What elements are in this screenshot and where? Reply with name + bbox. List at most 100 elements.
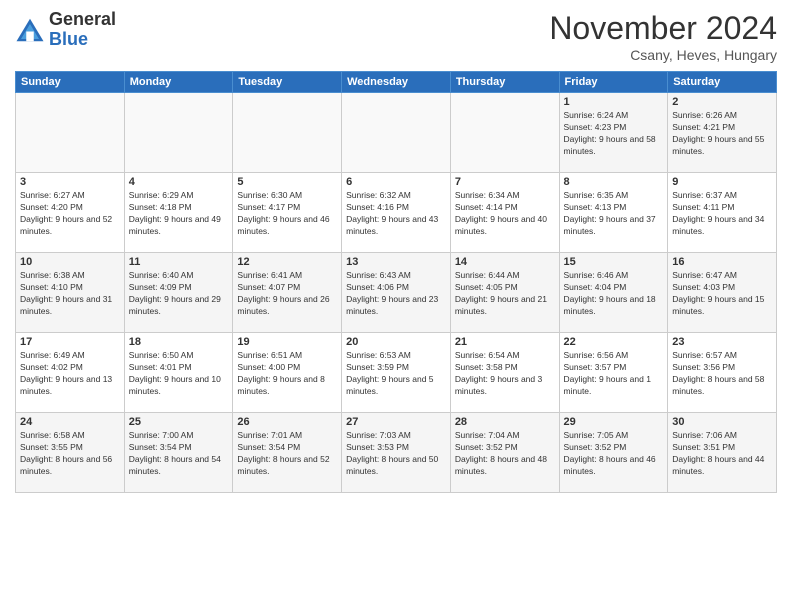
day-info: Sunrise: 7:04 AM Sunset: 3:52 PM Dayligh… bbox=[455, 430, 555, 478]
calendar-cell: 8 Sunrise: 6:35 AM Sunset: 4:13 PM Daylig… bbox=[559, 173, 668, 253]
calendar-cell: 15 Sunrise: 6:46 AM Sunset: 4:04 PM Dayli… bbox=[559, 253, 668, 333]
day-info: Sunrise: 6:56 AM Sunset: 3:57 PM Dayligh… bbox=[564, 350, 664, 398]
calendar-cell bbox=[16, 93, 125, 173]
day-number: 14 bbox=[455, 256, 555, 268]
calendar-cell: 27Sunrise: 7:03 AM Sunset: 3:53 PM Dayli… bbox=[342, 413, 451, 493]
calendar-cell: 21 Sunrise: 6:54 AM Sunset: 3:58 PM Dayli… bbox=[450, 333, 559, 413]
day-number: 6 bbox=[346, 176, 446, 188]
day-number: 29 bbox=[564, 416, 664, 428]
logo: General Blue bbox=[15, 10, 116, 50]
logo-general: General bbox=[49, 9, 116, 29]
day-info: Sunrise: 6:50 AM Sunset: 4:01 PM Dayligh… bbox=[129, 350, 229, 398]
day-info: Sunrise: 6:44 AM Sunset: 4:05 PM Dayligh… bbox=[455, 270, 555, 318]
day-number: 8 bbox=[564, 176, 664, 188]
title-area: November 2024 Csany, Heves, Hungary bbox=[549, 10, 777, 63]
header-wednesday: Wednesday bbox=[342, 72, 451, 93]
header-thursday: Thursday bbox=[450, 72, 559, 93]
header: General Blue November 2024 Csany, Heves,… bbox=[15, 10, 777, 63]
calendar-cell: 23 Sunrise: 6:57 AM Sunset: 3:56 PM Dayli… bbox=[668, 333, 777, 413]
day-info: Sunrise: 6:27 AM Sunset: 4:20 PM Dayligh… bbox=[20, 190, 120, 238]
day-number: 30 bbox=[672, 416, 772, 428]
calendar-cell bbox=[233, 93, 342, 173]
day-number: 13 bbox=[346, 256, 446, 268]
calendar-cell: 6 Sunrise: 6:32 AM Sunset: 4:16 PM Daylig… bbox=[342, 173, 451, 253]
calendar: Sunday Monday Tuesday Wednesday Thursday… bbox=[15, 71, 777, 493]
calendar-cell: 3 Sunrise: 6:27 AM Sunset: 4:20 PM Daylig… bbox=[16, 173, 125, 253]
calendar-cell: 5 Sunrise: 6:30 AM Sunset: 4:17 PM Daylig… bbox=[233, 173, 342, 253]
calendar-header-row: Sunday Monday Tuesday Wednesday Thursday… bbox=[16, 72, 777, 93]
logo-blue: Blue bbox=[49, 29, 88, 49]
calendar-cell: 29 Sunrise: 7:05 AM Sunset: 3:52 PM Dayli… bbox=[559, 413, 668, 493]
day-number: 23 bbox=[672, 336, 772, 348]
calendar-cell: 16Sunrise: 6:47 AM Sunset: 4:03 PM Dayli… bbox=[668, 253, 777, 333]
day-number: 3 bbox=[20, 176, 120, 188]
day-info: Sunrise: 6:47 AM Sunset: 4:03 PM Dayligh… bbox=[672, 270, 772, 318]
day-info: Sunrise: 6:32 AM Sunset: 4:16 PM Dayligh… bbox=[346, 190, 446, 238]
calendar-cell: 11Sunrise: 6:40 AM Sunset: 4:09 PM Dayli… bbox=[124, 253, 233, 333]
day-number: 2 bbox=[672, 96, 772, 108]
calendar-cell: 14 Sunrise: 6:44 AM Sunset: 4:05 PM Dayli… bbox=[450, 253, 559, 333]
day-number: 15 bbox=[564, 256, 664, 268]
subtitle: Csany, Heves, Hungary bbox=[549, 47, 777, 63]
calendar-week-0: 1Sunrise: 6:24 AM Sunset: 4:23 PM Daylig… bbox=[16, 93, 777, 173]
calendar-cell: 22 Sunrise: 6:56 AM Sunset: 3:57 PM Dayli… bbox=[559, 333, 668, 413]
day-number: 12 bbox=[237, 256, 337, 268]
day-info: Sunrise: 6:34 AM Sunset: 4:14 PM Dayligh… bbox=[455, 190, 555, 238]
calendar-cell: 20 Sunrise: 6:53 AM Sunset: 3:59 PM Dayli… bbox=[342, 333, 451, 413]
day-number: 4 bbox=[129, 176, 229, 188]
calendar-cell: 26 Sunrise: 7:01 AM Sunset: 3:54 PM Dayli… bbox=[233, 413, 342, 493]
calendar-cell: 7 Sunrise: 6:34 AM Sunset: 4:14 PM Daylig… bbox=[450, 173, 559, 253]
day-number: 1 bbox=[564, 96, 664, 108]
calendar-cell: 24 Sunrise: 6:58 AM Sunset: 3:55 PM Dayli… bbox=[16, 413, 125, 493]
calendar-week-2: 10Sunrise: 6:38 AM Sunset: 4:10 PM Dayli… bbox=[16, 253, 777, 333]
day-number: 5 bbox=[237, 176, 337, 188]
day-info: Sunrise: 7:00 AM Sunset: 3:54 PM Dayligh… bbox=[129, 430, 229, 478]
day-number: 21 bbox=[455, 336, 555, 348]
header-monday: Monday bbox=[124, 72, 233, 93]
day-info: Sunrise: 6:41 AM Sunset: 4:07 PM Dayligh… bbox=[237, 270, 337, 318]
day-number: 18 bbox=[129, 336, 229, 348]
header-saturday: Saturday bbox=[668, 72, 777, 93]
day-info: Sunrise: 6:26 AM Sunset: 4:21 PM Dayligh… bbox=[672, 110, 772, 158]
day-info: Sunrise: 6:53 AM Sunset: 3:59 PM Dayligh… bbox=[346, 350, 446, 398]
day-info: Sunrise: 6:43 AM Sunset: 4:06 PM Dayligh… bbox=[346, 270, 446, 318]
day-info: Sunrise: 6:29 AM Sunset: 4:18 PM Dayligh… bbox=[129, 190, 229, 238]
logo-text: General Blue bbox=[49, 10, 116, 50]
day-info: Sunrise: 6:40 AM Sunset: 4:09 PM Dayligh… bbox=[129, 270, 229, 318]
day-info: Sunrise: 6:51 AM Sunset: 4:00 PM Dayligh… bbox=[237, 350, 337, 398]
calendar-cell: 9Sunrise: 6:37 AM Sunset: 4:11 PM Daylig… bbox=[668, 173, 777, 253]
calendar-cell: 2 Sunrise: 6:26 AM Sunset: 4:21 PM Daylig… bbox=[668, 93, 777, 173]
day-number: 22 bbox=[564, 336, 664, 348]
day-info: Sunrise: 6:30 AM Sunset: 4:17 PM Dayligh… bbox=[237, 190, 337, 238]
day-number: 7 bbox=[455, 176, 555, 188]
day-number: 9 bbox=[672, 176, 772, 188]
day-info: Sunrise: 6:46 AM Sunset: 4:04 PM Dayligh… bbox=[564, 270, 664, 318]
calendar-cell: 19 Sunrise: 6:51 AM Sunset: 4:00 PM Dayli… bbox=[233, 333, 342, 413]
calendar-cell: 28 Sunrise: 7:04 AM Sunset: 3:52 PM Dayli… bbox=[450, 413, 559, 493]
calendar-cell: 13 Sunrise: 6:43 AM Sunset: 4:06 PM Dayli… bbox=[342, 253, 451, 333]
day-info: Sunrise: 7:01 AM Sunset: 3:54 PM Dayligh… bbox=[237, 430, 337, 478]
day-info: Sunrise: 7:05 AM Sunset: 3:52 PM Dayligh… bbox=[564, 430, 664, 478]
day-number: 19 bbox=[237, 336, 337, 348]
calendar-week-1: 3 Sunrise: 6:27 AM Sunset: 4:20 PM Daylig… bbox=[16, 173, 777, 253]
calendar-cell: 18 Sunrise: 6:50 AM Sunset: 4:01 PM Dayli… bbox=[124, 333, 233, 413]
calendar-cell bbox=[124, 93, 233, 173]
page: General Blue November 2024 Csany, Heves,… bbox=[0, 0, 792, 612]
calendar-cell: 10Sunrise: 6:38 AM Sunset: 4:10 PM Dayli… bbox=[16, 253, 125, 333]
day-number: 25 bbox=[129, 416, 229, 428]
day-info: Sunrise: 6:38 AM Sunset: 4:10 PM Dayligh… bbox=[20, 270, 120, 318]
day-number: 20 bbox=[346, 336, 446, 348]
calendar-cell: 25 Sunrise: 7:00 AM Sunset: 3:54 PM Dayli… bbox=[124, 413, 233, 493]
day-info: Sunrise: 6:58 AM Sunset: 3:55 PM Dayligh… bbox=[20, 430, 120, 478]
day-number: 28 bbox=[455, 416, 555, 428]
day-info: Sunrise: 6:54 AM Sunset: 3:58 PM Dayligh… bbox=[455, 350, 555, 398]
day-number: 17 bbox=[20, 336, 120, 348]
day-info: Sunrise: 6:35 AM Sunset: 4:13 PM Dayligh… bbox=[564, 190, 664, 238]
calendar-cell: 4 Sunrise: 6:29 AM Sunset: 4:18 PM Daylig… bbox=[124, 173, 233, 253]
day-info: Sunrise: 6:57 AM Sunset: 3:56 PM Dayligh… bbox=[672, 350, 772, 398]
calendar-cell: 17Sunrise: 6:49 AM Sunset: 4:02 PM Dayli… bbox=[16, 333, 125, 413]
calendar-cell bbox=[342, 93, 451, 173]
day-number: 24 bbox=[20, 416, 120, 428]
day-number: 26 bbox=[237, 416, 337, 428]
month-title: November 2024 bbox=[549, 10, 777, 47]
